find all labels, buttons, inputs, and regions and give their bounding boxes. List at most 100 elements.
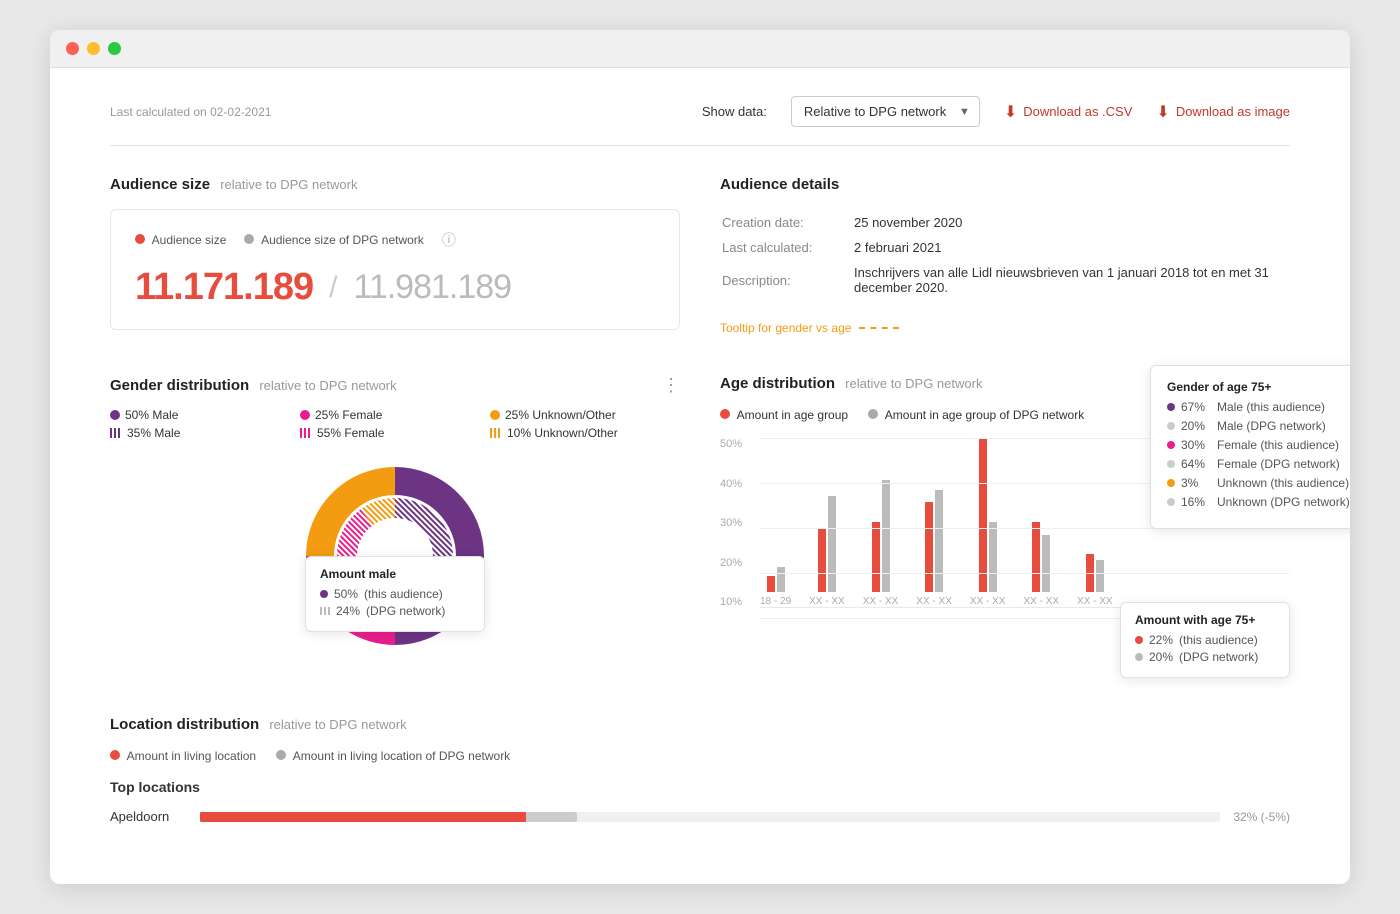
age75-tooltip: Amount with age 75+ 22% (this audience) … [1120,602,1290,678]
legend-female-dpg: 55% Female [300,426,490,440]
audience-legend: Audience size Audience size of DPG netwo… [135,230,655,250]
legend-living-location: Amount in living location [110,749,256,763]
gar6: 16% Unknown (DPG network) [1167,495,1350,509]
maximize-dot [108,42,121,55]
top-bar: Last calculated on 02-02-2021 Show data:… [110,68,1290,146]
tooltip-stripe [320,607,330,615]
bar-pair [767,432,785,592]
close-dot [66,42,79,55]
living-location-dot [110,750,120,760]
gar1: 67% Male (this audience) [1167,400,1350,414]
table-row: Creation date: 25 november 2020 [722,211,1288,234]
legend-audience-size: Audience size [135,233,226,247]
bar-gray [1096,560,1104,592]
creation-date-label: Creation date: [722,211,852,234]
age-bar-group: 18 - 29 [760,432,791,607]
gar2: 20% Male (DPG network) [1167,419,1350,433]
details-table: Creation date: 25 november 2020 Last cal… [720,209,1290,301]
gender-age-tooltip-trigger[interactable]: Tooltip for gender vs age [720,321,851,335]
description-value: Inschrijvers van alle Lidl nieuwsbrieven… [854,261,1288,299]
bar-red [925,502,933,592]
gender-distribution-section: Gender distribution relative to DPG netw… [110,375,680,656]
age75-tooltip-title: Amount with age 75+ [1135,613,1275,627]
gar1-dot [1167,403,1175,411]
audience-size-card: Audience size Audience size of DPG netwo… [110,209,680,330]
tooltip-purple-dot [320,590,328,598]
bar-red [1032,522,1040,592]
y-axis-labels: 50% 40% 30% 20% 10% [720,438,742,608]
gender-header: Gender distribution relative to DPG netw… [110,375,680,396]
gar5: 3% Unknown (this audience) [1167,476,1350,490]
gender-age-tooltip-title: Gender of age 75+ [1167,380,1350,394]
bar-red [979,438,987,592]
bar-red [1086,554,1094,592]
audience-details-title: Audience details [720,176,1290,193]
audience-main-value: 11.171.189 [135,266,313,309]
gar4-dot [1167,460,1175,468]
age-bar-label: XX - XX [1023,596,1059,607]
download-csv-icon: ⬇ [1004,102,1017,122]
gender-age-tooltip: Gender of age 75+ 67% Male (this audienc… [1150,365,1350,529]
bar-pair [925,432,943,592]
legend-dpg-location: Amount in living location of DPG network [276,749,510,763]
age-bar-label: 18 - 29 [760,596,791,607]
bar-gray [828,496,836,592]
bar-red [872,522,880,592]
row-distributions: Gender distribution relative to DPG netw… [110,375,1290,656]
download-image-button[interactable]: ⬇ Download as image [1156,102,1290,122]
tooltip-red-dot [1135,636,1143,644]
last-calculated-label2: Last calculated: [722,236,852,259]
dpg-location-dot [276,750,286,760]
bar-pair [1086,432,1104,592]
gender-legend-container: 50% Male 25% Female 25% Unknown/Other 35… [110,408,680,440]
bar-gray [935,490,943,592]
top-bar-actions: Show data: Relative to DPG network Absol… [702,96,1290,127]
minimize-dot [87,42,100,55]
table-row: Last calculated: 2 februari 2021 [722,236,1288,259]
legend-unknown-dpg: 10% Unknown/Other [490,426,680,440]
main-content: Last calculated on 02-02-2021 Show data:… [50,68,1350,884]
gender-tooltip: Amount male 50% (this audience) 24% (DPG… [305,556,485,632]
gar3-dot [1167,441,1175,449]
show-data-dropdown-wrapper[interactable]: Relative to DPG network Absolute values … [791,96,980,127]
age-bar-label: XX - XX [970,596,1006,607]
location-pct: 32% (-5%) [1230,810,1290,824]
age75-tooltip-row1: 22% (this audience) [1135,633,1275,647]
female-dpg-stripe [300,428,312,438]
info-icon[interactable]: ⓘ [442,230,456,250]
gar3: 30% Female (this audience) [1167,438,1350,452]
age-bar-label: XX - XX [916,596,952,607]
unknown-dpg-stripe [490,428,502,438]
location-legends: Amount in living location Amount in livi… [110,749,1290,763]
show-data-select[interactable]: Relative to DPG network Absolute values [791,96,980,127]
legend-male-this: 50% Male [110,408,300,422]
age75-tooltip-row2: 20% (DPG network) [1135,650,1275,664]
gar2-dot [1167,422,1175,430]
legend-male-dpg: 35% Male [110,426,300,440]
bar-red [767,576,775,592]
dashed-line-icon [859,327,899,329]
bar-pair [818,432,836,592]
location-bar [200,812,1220,822]
male-dpg-stripe [110,428,122,438]
legend-dpg-size: Audience size of DPG network [244,233,423,247]
download-csv-button[interactable]: ⬇ Download as .CSV [1004,102,1133,122]
age-bar-label: XX - XX [863,596,899,607]
bar-red [818,528,826,592]
gar6-dot [1167,498,1175,506]
age-legend-audience: Amount in age group [720,408,848,422]
table-row: Description: Inschrijvers van alle Lidl … [722,261,1288,299]
location-name: Apeldoorn [110,809,190,824]
tooltip-gray-dot [1135,653,1143,661]
age-dpg-dot [868,409,878,419]
last-calculated-label: Last calculated on 02-02-2021 [110,105,271,119]
last-calculated-value: 2 februari 2021 [854,236,1288,259]
audience-size-section: Audience size relative to DPG network Au… [110,176,680,335]
gender-tooltip-title: Amount male [320,567,470,581]
more-options-icon[interactable]: ⋮ [662,375,680,396]
bar-pair [872,432,890,592]
gender-tooltip-row2: 24% (DPG network) [320,604,470,618]
row-audience: Audience size relative to DPG network Au… [110,176,1290,335]
gar4: 64% Female (DPG network) [1167,457,1350,471]
creation-date-value: 25 november 2020 [854,211,1288,234]
